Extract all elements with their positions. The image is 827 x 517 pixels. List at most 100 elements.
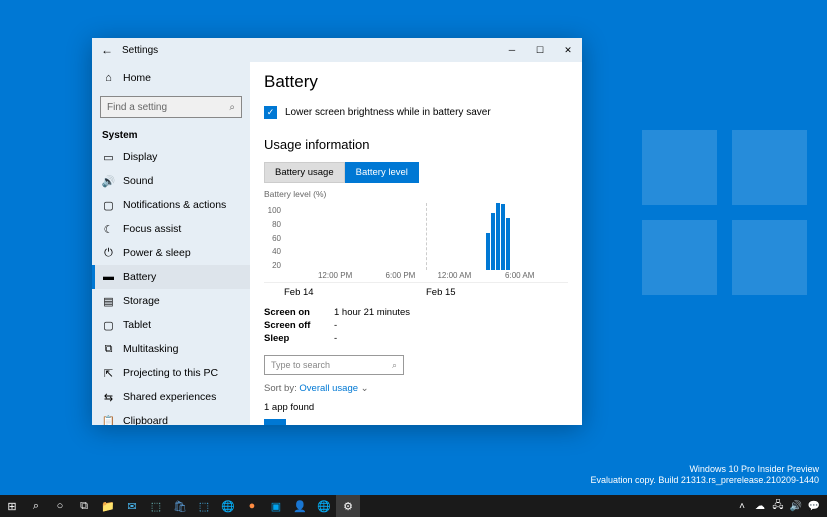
page-title: Battery	[264, 72, 568, 92]
taskbar-app[interactable]: 📁	[96, 495, 120, 517]
date-1: Feb 14	[284, 287, 426, 298]
sidebar-label: Sound	[123, 175, 153, 187]
search-icon: ⌕	[229, 102, 235, 113]
window-title: Settings	[122, 45, 158, 56]
chevron-down-icon: ⌄	[361, 383, 369, 394]
taskbar-app[interactable]: 🌐	[312, 495, 336, 517]
start-button[interactable]: ⊞	[0, 495, 24, 517]
sidebar-item-projecting[interactable]: ⇱Projecting to this PC	[92, 361, 250, 385]
level-bars	[486, 203, 510, 270]
y-axis: 100 80 60 40 20	[264, 203, 284, 282]
sidebar-label: Clipboard	[123, 415, 168, 425]
date-2: Feb 15	[426, 287, 456, 298]
projecting-icon: ⇱	[102, 367, 115, 380]
battery-icon: ▬	[102, 271, 115, 284]
sidebar-item-multitasking[interactable]: ⧉ Multitasking	[92, 337, 250, 361]
close-button[interactable]: ✕	[554, 38, 582, 62]
sidebar-item-clipboard[interactable]: 📋 Clipboard	[92, 409, 250, 425]
taskbar: ⊞ ⌕ ○ ⧉ 📁 ✉ ⬚ 🛍 ⬚ 🌐 ● ▣ 👤 🌐 ⚙ ˄ ☁ 🖧 🔊 💬	[0, 495, 827, 517]
date-row: Feb 14 Feb 15	[264, 283, 568, 306]
cortana-button[interactable]: ○	[48, 495, 72, 517]
sidebar-item-notifications[interactable]: ▢ Notifications & actions	[92, 193, 250, 217]
chart-y-label: Battery level (%)	[264, 189, 568, 199]
home-icon: ⌂	[102, 72, 115, 85]
gear-icon: ⚙	[264, 419, 286, 425]
bar	[491, 213, 495, 270]
content-pane: Battery ✓ Lower screen brightness while …	[250, 62, 582, 425]
sidebar-item-sound[interactable]: 🔊 Sound	[92, 169, 250, 193]
sidebar-item-display[interactable]: ▭Display	[92, 145, 250, 169]
sidebar-item-shared[interactable]: ⇆ Shared experiences	[92, 385, 250, 409]
minimize-button[interactable]: ─	[498, 38, 526, 62]
taskbar-app-settings[interactable]: ⚙	[336, 495, 360, 517]
usage-heading: Usage information	[264, 137, 568, 152]
tab-battery-level[interactable]: Battery level	[345, 162, 419, 183]
shared-icon: ⇆	[102, 391, 115, 404]
sidebar-item-power[interactable]: ⏻ Power & sleep	[92, 241, 250, 265]
maximize-button[interactable]: ☐	[526, 38, 554, 62]
bar	[486, 233, 490, 270]
taskbar-app[interactable]: ▣	[264, 495, 288, 517]
app-search-input[interactable]: Type to search ⌕	[264, 355, 404, 375]
focus-icon: ☾	[102, 223, 115, 236]
sidebar-label: Battery	[123, 271, 156, 283]
tab-battery-usage[interactable]: Battery usage	[264, 162, 345, 183]
checkbox-label: Lower screen brightness while in battery…	[285, 107, 491, 118]
app-list-item[interactable]: ⚙ System 0%	[264, 419, 568, 425]
notifications-icon: ▢	[102, 199, 115, 212]
taskview-button[interactable]: ⧉	[72, 495, 96, 517]
battery-chart: 100 80 60 40 20 12:00	[264, 203, 568, 283]
search-button[interactable]: ⌕	[24, 495, 48, 517]
settings-window: ← Settings ─ ☐ ✕ ⌂ Home Find a setting ⌕…	[92, 38, 582, 425]
checkbox-checked-icon: ✓	[264, 106, 277, 119]
bar	[501, 204, 505, 270]
tray-onedrive-icon[interactable]: ☁	[751, 495, 769, 517]
sidebar-item-storage[interactable]: ▤ Storage	[92, 289, 250, 313]
tabs: Battery usage Battery level	[264, 162, 568, 183]
sidebar-item-home[interactable]: ⌂ Home	[92, 66, 250, 90]
sidebar-label: Focus assist	[123, 223, 181, 235]
brightness-checkbox-row[interactable]: ✓ Lower screen brightness while in batte…	[264, 106, 568, 119]
plot-area: 12:00 PM 6:00 PM 12:00 AM 6:00 AM	[284, 203, 568, 282]
sort-dropdown[interactable]: Sort by: Overall usage ⌄	[264, 383, 568, 394]
tray-notifications-icon[interactable]: 💬	[805, 495, 823, 517]
storage-icon: ▤	[102, 295, 115, 308]
watermark: Windows 10 Pro Insider Preview Evaluatio…	[591, 464, 820, 487]
taskbar-app[interactable]: 🌐	[216, 495, 240, 517]
x-axis: 12:00 PM 6:00 PM 12:00 AM 6:00 AM	[284, 271, 568, 282]
sidebar-item-tablet[interactable]: ▢ Tablet	[92, 313, 250, 337]
sidebar-label: Shared experiences	[123, 391, 216, 403]
sidebar-label: Power & sleep	[123, 247, 191, 259]
tray-chevron-icon[interactable]: ˄	[733, 495, 751, 517]
sidebar: ⌂ Home Find a setting ⌕ System ▭Display …	[92, 62, 250, 425]
app-name: System	[294, 425, 546, 426]
clipboard-icon: 📋	[102, 415, 115, 426]
sidebar-label: Tablet	[123, 319, 151, 331]
multitasking-icon: ⧉	[102, 343, 115, 356]
sidebar-label: Notifications & actions	[123, 199, 226, 211]
sidebar-item-battery[interactable]: ▬ Battery	[92, 265, 250, 289]
titlebar: ← Settings ─ ☐ ✕	[92, 38, 582, 62]
search-icon: ⌕	[392, 360, 397, 371]
system-tray: ˄ ☁ 🖧 🔊 💬	[733, 495, 827, 517]
power-icon: ⏻	[102, 247, 115, 260]
tray-network-icon[interactable]: 🖧	[769, 495, 787, 517]
sidebar-label: Multitasking	[123, 343, 178, 355]
sound-icon: 🔊	[102, 175, 115, 188]
tablet-icon: ▢	[102, 319, 115, 332]
search-input[interactable]: Find a setting ⌕	[100, 96, 242, 118]
taskbar-app[interactable]: ●	[240, 495, 264, 517]
taskbar-app[interactable]: ⬚	[192, 495, 216, 517]
section-header: System	[92, 124, 250, 145]
app-percent: 0%	[554, 425, 568, 426]
taskbar-app[interactable]: 👤	[288, 495, 312, 517]
search-placeholder: Find a setting	[107, 102, 167, 113]
sidebar-label: Storage	[123, 295, 160, 307]
back-button[interactable]: ←	[92, 43, 122, 57]
tray-volume-icon[interactable]: 🔊	[787, 495, 805, 517]
sidebar-item-focus[interactable]: ☾ Focus assist	[92, 217, 250, 241]
taskbar-app[interactable]: ✉	[120, 495, 144, 517]
taskbar-app[interactable]: 🛍	[168, 495, 192, 517]
bar	[496, 203, 500, 270]
taskbar-app[interactable]: ⬚	[144, 495, 168, 517]
